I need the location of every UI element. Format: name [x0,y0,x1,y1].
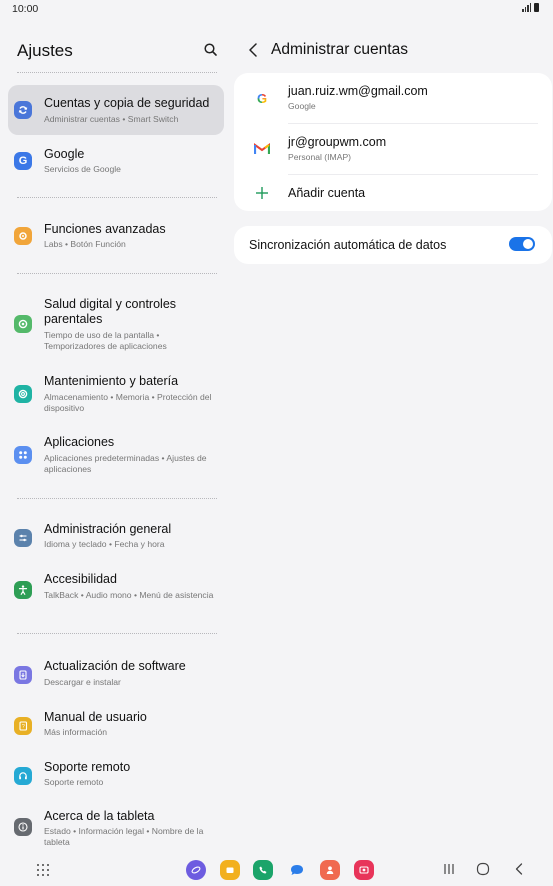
menu-item-acerca-tableta[interactable]: Acerca de la tableta Estado • Informació… [8,805,224,851]
home-button[interactable] [474,860,492,878]
account-row-imap[interactable]: jr@groupwm.com Personal (IMAP) [234,124,552,174]
software-update-icon [14,666,32,684]
divider [17,498,217,499]
svg-text:?: ? [22,724,25,730]
add-account-label: Añadir cuenta [288,186,366,200]
menu-item-subtitle: TalkBack • Audio mono • Menú de asistenc… [44,590,214,600]
status-icons [522,3,539,12]
signal-icon [522,3,531,12]
info-icon [14,818,32,836]
contacts-app-icon[interactable] [320,860,340,880]
sync-label: Sincronización automática de datos [249,238,447,252]
phone-app-icon[interactable] [253,860,273,880]
settings-title: Ajustes [17,41,73,60]
page-title: Administrar cuentas [271,41,408,58]
menu-item-title: Manual de usuario [44,710,147,724]
menu-item-title: Actualización de software [44,659,186,673]
menu-item-title: Mantenimiento y batería [44,374,179,388]
menu-item-subtitle: Tiempo de uso de la pantalla • Temporiza… [44,330,167,351]
recent-apps-button[interactable] [440,860,458,878]
messages-app-icon[interactable] [287,860,307,880]
google-icon: G [256,90,268,106]
gmail-icon [253,140,271,158]
divider [17,273,217,274]
menu-item-title: Aplicaciones [44,435,115,449]
home-icon [476,862,490,876]
menu-item-accesibilidad[interactable]: Accesibilidad TalkBack • Audio mono • Me… [8,567,224,615]
menu-item-title: Administración general [44,522,172,536]
add-account-button[interactable]: Añadir cuenta [234,175,552,211]
digital-wellbeing-icon [14,315,32,333]
sync-icon [14,101,32,119]
menu-item-salud-digital[interactable]: Salud digital y controles parentales Tie… [8,292,224,354]
menu-item-subtitle: Descargar e instalar [44,677,121,687]
menu-item-title: Funciones avanzadas [44,222,166,236]
menu-item-manual-usuario[interactable]: ? Manual de usuario Más información [8,705,224,747]
divider [17,633,217,634]
battery-icon [534,3,539,12]
back-button[interactable] [243,38,263,62]
menu-item-title: Cuentas y copia de seguridad [44,96,210,110]
app-drawer-icon [37,864,49,876]
internet-app-icon[interactable] [186,860,206,880]
menu-item-subtitle: Soporte remoto [44,777,104,787]
divider [17,197,217,198]
plus-icon [253,184,271,202]
menu-item-aplicaciones[interactable]: Aplicaciones Aplicaciones predeterminada… [8,432,224,478]
navigation-bar [0,850,553,886]
menu-item-subtitle: Aplicaciones predeterminadas • Ajustes d… [44,453,207,474]
google-g-icon: G [14,152,32,170]
status-time: 10:00 [12,3,39,15]
menu-item-title: Acerca de la tableta [44,809,155,823]
menu-item-subtitle: Más información [44,727,108,737]
search-icon [204,43,217,56]
menu-item-title: Google [44,147,85,161]
account-email: jr@groupwm.com [288,135,387,149]
user-manual-icon: ? [14,717,32,735]
headset-icon [14,767,32,785]
back-nav-button[interactable] [510,860,528,878]
app-drawer-button[interactable] [36,863,50,877]
back-nav-icon [515,863,523,875]
sync-card[interactable]: Sincronización automática de datos [234,226,552,264]
settings-panel: Ajustes Cuentas y copia de seguridad Adm… [0,20,233,850]
sync-toggle[interactable] [509,237,535,251]
account-type: Personal (IMAP) [288,152,352,162]
device-care-icon [14,385,32,403]
account-row-google[interactable]: G juan.ruiz.wm@gmail.com Google [234,73,552,123]
menu-item-cuentas[interactable]: Cuentas y copia de seguridad Administrar… [8,85,224,135]
menu-item-subtitle: Servicios de Google [44,164,121,174]
menu-item-mantenimiento[interactable]: Mantenimiento y batería Almacenamiento •… [8,370,224,418]
apps-grid-icon [14,446,32,464]
menu-item-subtitle: Labs • Botón Función [44,239,126,249]
account-type: Google [288,101,316,111]
menu-item-actualizacion-software[interactable]: Actualización de software Descargar e in… [8,653,224,697]
menu-item-title: Accesibilidad [44,572,117,586]
screen-recorder-app-icon[interactable] [354,860,374,880]
my-files-app-icon[interactable] [220,860,240,880]
divider [17,72,217,73]
menu-item-soporte-remoto[interactable]: Soporte remoto Soporte remoto [8,755,224,797]
menu-item-title: Soporte remoto [44,760,131,774]
chevron-left-icon [249,43,257,57]
menu-item-subtitle: Estado • Información legal • Nombre de l… [44,826,204,847]
menu-item-subtitle: Almacenamiento • Memoria • Protección de… [44,392,212,413]
sliders-icon [14,529,32,547]
status-bar: 10:00 [0,0,553,20]
gear-plus-icon [14,227,32,245]
menu-item-subtitle: Idioma y teclado • Fecha y hora [44,539,165,549]
menu-item-subtitle: Administrar cuentas • Smart Switch [44,114,179,124]
accounts-card: G juan.ruiz.wm@gmail.com Google jr@group… [234,73,552,211]
accessibility-icon [14,581,32,599]
menu-item-administracion-general[interactable]: Administración general Idioma y teclado … [8,517,224,561]
search-button[interactable] [201,40,221,60]
accounts-header: Administrar cuentas [240,38,540,62]
recent-apps-icon [444,864,454,874]
menu-item-title: Salud digital y controles parentales [44,297,177,326]
menu-item-google[interactable]: G Google Servicios de Google [8,138,224,184]
account-email: juan.ruiz.wm@gmail.com [288,84,428,98]
menu-item-funciones-avanzadas[interactable]: Funciones avanzadas Labs • Botón Función [8,215,224,259]
